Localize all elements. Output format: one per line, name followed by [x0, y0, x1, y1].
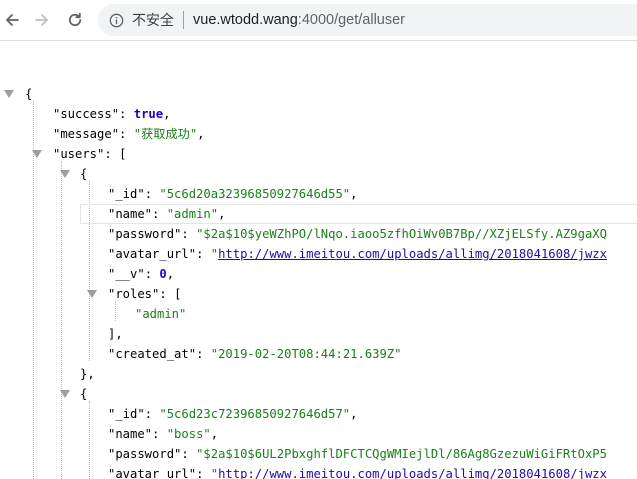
triangle-down-icon [32, 150, 42, 158]
json-string-value: "$2a$10$yeWZhPO/lNqo.iaoo5zfhOiWv0B7Bp//… [196, 227, 607, 241]
json-line: "name": "admin", [108, 207, 226, 221]
json-string-value: "5c6d20a32396850927646d55" [159, 187, 351, 201]
info-icon[interactable] [108, 12, 124, 28]
json-string-value: "admin" [166, 207, 219, 221]
json-viewer: { "success": true, "message": "获取成功", "u… [0, 41, 637, 479]
url-path: :4000/get/alluser [297, 12, 406, 28]
json-line: "password": "$2a$10$6UL2PbxghflDFCTCQgWM… [108, 447, 607, 461]
json-line: "roles": [ [108, 287, 182, 301]
avatar-url-link[interactable]: http://www.imeitou.com/uploads/allimg/20… [218, 247, 607, 261]
json-line: "users": [ [53, 147, 127, 161]
json-string-value: "admin" [135, 307, 187, 321]
json-key: "users" [53, 147, 105, 161]
json-string-value: "boss" [166, 427, 211, 441]
roles-close-bracket: ], [108, 327, 123, 341]
json-line: { [25, 84, 32, 104]
json-number-value: 0 [159, 267, 167, 281]
object-open-brace: { [80, 167, 88, 181]
address-bar[interactable]: 不安全 vue.wtodd.wang:4000/get/alluser [98, 4, 637, 36]
json-line: { [80, 384, 87, 404]
triangle-down-icon [87, 290, 97, 298]
json-key: "message" [53, 127, 120, 141]
triangle-down-icon [60, 170, 70, 178]
json-key: "avatar_url" [108, 467, 197, 479]
json-key: "roles" [108, 287, 160, 301]
json-key: "_id" [108, 407, 145, 421]
json-line: "avatar_url": "http://www.imeitou.com/up… [108, 467, 607, 479]
json-string-value: "$2a$10$6UL2PbxghflDFCTCQgWMIejlDl/86Ag8… [196, 447, 607, 461]
json-key: "_id" [108, 187, 145, 201]
object-open-brace: { [80, 387, 88, 401]
json-line: "password": "$2a$10$yeWZhPO/lNqo.iaoo5zf… [108, 227, 607, 241]
browser-toolbar: 不安全 vue.wtodd.wang:4000/get/alluser [0, 0, 637, 41]
users-open-bracket: [ [119, 147, 127, 161]
indent-guide [89, 401, 90, 479]
json-line: }, [80, 364, 95, 384]
root-open-brace: { [25, 87, 33, 101]
url-host: vue.wtodd.wang [193, 12, 298, 28]
json-line: "avatar_url": "http://www.imeitou.com/up… [108, 247, 607, 261]
collapse-toggle-users[interactable] [31, 148, 43, 160]
avatar-url-link[interactable]: http://www.imeitou.com/uploads/allimg/20… [218, 467, 607, 479]
json-key: "name" [108, 427, 153, 441]
address-divider [183, 11, 184, 29]
json-line: "_id": "5c6d23c72396850927646d57", [108, 407, 358, 421]
json-line: "__v": 0, [108, 267, 175, 281]
json-line: "success": true, [53, 107, 171, 121]
forward-button[interactable] [30, 8, 54, 32]
json-string-value: "获取成功" [133, 127, 198, 141]
json-line: "created_at": "2019-02-20T08:44:21.639Z" [108, 347, 402, 361]
roles-open-bracket: [ [174, 287, 182, 301]
collapse-toggle-root[interactable] [3, 88, 15, 100]
arrow-left-icon [6, 14, 19, 26]
json-string-value: "5c6d23c72396850927646d57" [159, 407, 351, 421]
json-string-value: "2019-02-20T08:44:21.639Z" [210, 347, 402, 361]
back-button[interactable] [0, 8, 24, 32]
json-key: "avatar_url" [108, 247, 197, 261]
object-close-brace: }, [80, 367, 95, 381]
json-key: "name" [108, 207, 153, 221]
json-line: { [80, 164, 87, 184]
indent-guide [115, 301, 116, 321]
json-line: "name": "boss", [108, 427, 219, 441]
json-line: ], [108, 324, 123, 344]
reload-button[interactable] [63, 8, 87, 32]
reload-icon [68, 12, 82, 26]
json-key: "created_at" [108, 347, 197, 361]
json-key: "__v" [108, 267, 145, 281]
indent-guide [61, 161, 62, 479]
collapse-toggle-roles[interactable] [86, 288, 98, 300]
json-key: "password" [108, 227, 182, 241]
json-key: "password" [108, 447, 182, 461]
security-status[interactable]: 不安全 [132, 10, 174, 30]
arrow-right-icon [35, 14, 48, 26]
triangle-down-icon [60, 390, 70, 398]
json-bool-value: true [133, 107, 164, 121]
json-line: "admin" [135, 304, 186, 324]
json-key: "success" [53, 107, 120, 121]
collapse-toggle-user-0[interactable] [59, 168, 71, 180]
json-line: "message": "获取成功", [53, 127, 205, 141]
triangle-down-icon [4, 90, 14, 98]
collapse-toggle-user-1[interactable] [59, 388, 71, 400]
json-line: "_id": "5c6d20a32396850927646d55", [108, 187, 358, 201]
